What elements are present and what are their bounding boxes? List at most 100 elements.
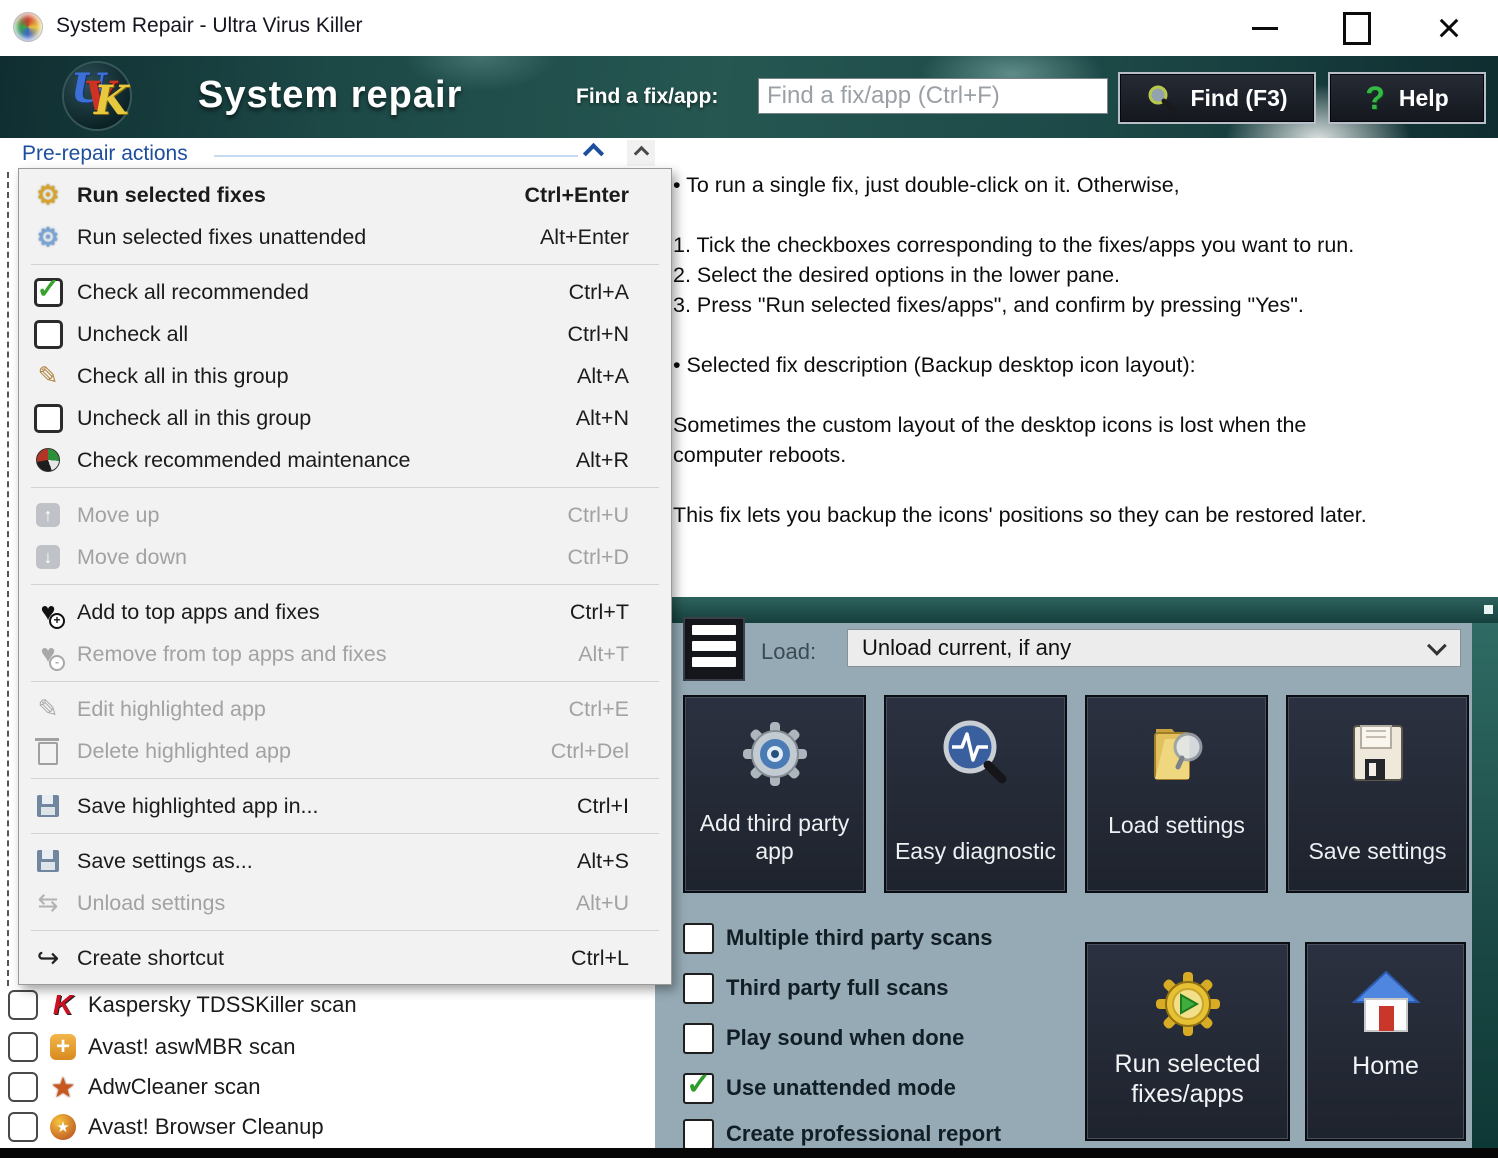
menu-item-save-settings-as[interactable]: Save settings as... Alt+S: [19, 840, 671, 882]
pane-top-border: [655, 597, 1498, 623]
menu-item-unload-settings: ⇆ Unload settings Alt+U: [19, 882, 671, 924]
menu-item-move-up: ↑ Move up Ctrl+U: [19, 494, 671, 536]
instruction-line: 1. Tick the checkboxes corresponding to …: [673, 230, 1354, 260]
menu-item-create-shortcut[interactable]: ↪ Create shortcut Ctrl+L: [19, 937, 671, 979]
instruction-line: 3. Press "Run selected fixes/apps", and …: [673, 290, 1304, 320]
fix-description-text: This fix lets you backup the icons' posi…: [673, 500, 1473, 530]
checkbox-checked[interactable]: ✓: [683, 1073, 714, 1104]
menu-item-add-to-top-apps[interactable]: ♥+ Add to top apps and fixes Ctrl+T: [19, 591, 671, 633]
diagnostic-magnifier-icon: [886, 717, 1065, 791]
button-label: Run selected fixes/apps: [1087, 1049, 1288, 1109]
maximize-button[interactable]: [1324, 0, 1390, 56]
add-third-party-app-button[interactable]: Add third party app: [683, 695, 866, 893]
checkbox-checked-icon: ✓: [34, 278, 63, 307]
button-label: Home: [1307, 1051, 1464, 1081]
find-button-label: Find (F3): [1190, 85, 1287, 112]
easy-diagnostic-button[interactable]: Easy diagnostic: [884, 695, 1067, 893]
checkbox-unchecked-icon: [34, 404, 63, 433]
move-down-icon: ↓: [36, 545, 60, 569]
avast-browser-cleanup-icon: ★: [46, 1114, 80, 1140]
globe-icon: [36, 448, 60, 472]
menu-separator: [31, 930, 659, 931]
save-settings-button[interactable]: Save settings: [1286, 695, 1469, 893]
item-checkbox[interactable]: [8, 1072, 38, 1102]
app-icon: [14, 13, 42, 41]
folder-search-icon: [1087, 717, 1266, 791]
save-icon: [37, 795, 59, 817]
fix-description-heading: • Selected fix description (Backup deskt…: [673, 350, 1196, 380]
context-menu: ⚙ Run selected fixes Ctrl+Enter ⚙ Run se…: [18, 168, 672, 985]
gears-icon: ⚙: [36, 224, 59, 250]
chevron-up-icon: [634, 145, 650, 161]
menu-item-check-all-recommended[interactable]: ✓ Check all recommended Ctrl+A: [19, 271, 671, 313]
find-label: Find a fix/app:: [576, 85, 718, 109]
checkbox[interactable]: [683, 1023, 714, 1054]
run-gear-icon: [1087, 966, 1288, 1042]
option-multiple-third-party-scans[interactable]: Multiple third party scans: [683, 923, 993, 953]
avast-aswmbr-icon: +: [46, 1034, 80, 1060]
checkbox[interactable]: [683, 1119, 714, 1150]
load-dropdown[interactable]: Unload current, if any: [847, 629, 1461, 667]
menu-item-run-unattended[interactable]: ⚙ Run selected fixes unattended Alt+Ente…: [19, 216, 671, 258]
instruction-line: 2. Select the desired options in the low…: [673, 260, 1120, 290]
menu-item-run-selected-fixes[interactable]: ⚙ Run selected fixes Ctrl+Enter: [19, 174, 671, 216]
menu-separator: [31, 778, 659, 779]
minimize-button[interactable]: [1232, 0, 1298, 56]
checkbox[interactable]: [683, 973, 714, 1004]
heart-minus-icon: ♥-: [34, 642, 62, 667]
menu-item-check-all-in-group[interactable]: ✎ Check all in this group Alt+A: [19, 355, 671, 397]
options-pane: Load: Unload current, if any Add third p…: [655, 597, 1498, 1148]
kaspersky-icon: K: [46, 989, 80, 1021]
maximize-icon: [1343, 12, 1371, 45]
menu-item-uncheck-all-in-group[interactable]: Uncheck all in this group Alt+N: [19, 397, 671, 439]
close-button[interactable]: ×: [1416, 0, 1482, 56]
uvk-logo: UVK: [64, 63, 130, 129]
button-label: Easy diagnostic: [886, 837, 1065, 865]
menu-button[interactable]: [683, 617, 745, 681]
list-item[interactable]: ★ AdwCleaner scan: [0, 1067, 260, 1107]
chevron-down-icon: [1427, 636, 1447, 656]
list-item[interactable]: K Kaspersky TDSSKiller scan: [0, 985, 357, 1025]
question-icon: ?: [1365, 80, 1385, 117]
option-play-sound-when-done[interactable]: Play sound when done: [683, 1023, 964, 1053]
pane-right-border: [1472, 623, 1498, 1148]
help-button[interactable]: ? Help: [1328, 72, 1486, 124]
menu-separator: [31, 833, 659, 834]
menu-item-check-recommended-maintenance[interactable]: Check recommended maintenance Alt+R: [19, 439, 671, 481]
bottom-border: [0, 1148, 1498, 1158]
menu-item-move-down: ↓ Move down Ctrl+D: [19, 536, 671, 578]
option-third-party-full-scans[interactable]: Third party full scans: [683, 973, 949, 1003]
option-create-professional-report[interactable]: Create professional report: [683, 1119, 1001, 1149]
list-item-label: Kaspersky TDSSKiller scan: [88, 992, 357, 1018]
floppy-disk-icon: [1288, 717, 1467, 791]
list-item[interactable]: + Avast! aswMBR scan: [0, 1027, 295, 1067]
list-item-label: Avast! aswMBR scan: [88, 1034, 295, 1060]
description-panel: • To run a single fix, just double-click…: [655, 138, 1498, 597]
heart-plus-icon: ♥+: [34, 600, 62, 625]
option-use-unattended-mode[interactable]: ✓ Use unattended mode: [683, 1073, 956, 1103]
menu-item-save-highlighted-app[interactable]: Save highlighted app in... Ctrl+I: [19, 785, 671, 827]
checkbox[interactable]: [683, 923, 714, 954]
collapse-group-control[interactable]: [586, 146, 601, 166]
list-item[interactable]: ★ Avast! Browser Cleanup: [0, 1107, 324, 1147]
search-input[interactable]: [758, 78, 1108, 114]
load-dropdown-value: Unload current, if any: [862, 635, 1071, 661]
menu-separator: [31, 681, 659, 682]
item-checkbox[interactable]: [8, 990, 38, 1020]
selection-marquee: [7, 172, 9, 986]
trash-icon: [38, 742, 58, 765]
item-checkbox[interactable]: [8, 1112, 38, 1142]
menu-item-uncheck-all[interactable]: Uncheck all Ctrl+N: [19, 313, 671, 355]
title-bar: System Repair - Ultra Virus Killer ×: [0, 0, 1498, 56]
load-settings-button[interactable]: Load settings: [1085, 695, 1268, 893]
run-selected-fixes-button[interactable]: Run selected fixes/apps: [1085, 942, 1290, 1141]
help-button-label: Help: [1399, 85, 1449, 112]
home-button[interactable]: Home: [1305, 942, 1466, 1141]
shortcut-arrow-icon: ↪: [37, 945, 60, 972]
find-button[interactable]: Find (F3): [1118, 72, 1316, 124]
menu-separator: [31, 487, 659, 488]
minimize-icon: [1252, 27, 1278, 30]
gear-icon: ⚙: [36, 182, 60, 209]
scrollbar-up-button[interactable]: [627, 140, 656, 166]
item-checkbox[interactable]: [8, 1032, 38, 1062]
